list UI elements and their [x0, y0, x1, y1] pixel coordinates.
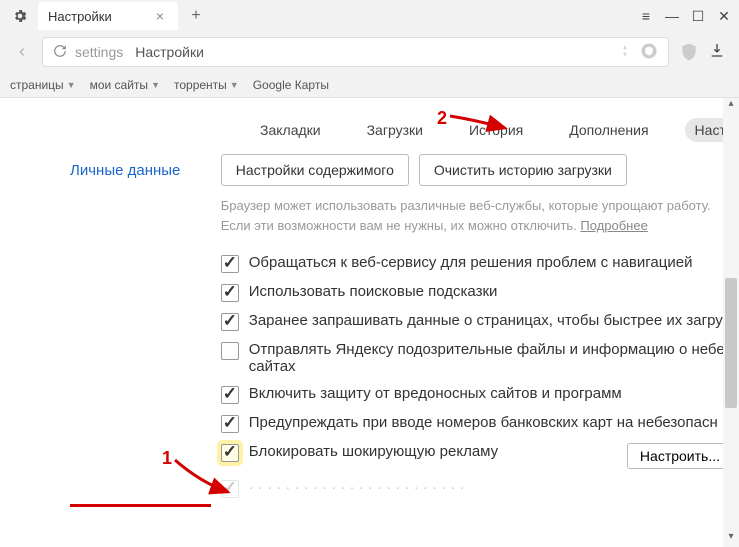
option-label: Отправлять Яндексу подозрительные файлы …	[249, 341, 733, 375]
chevron-down-icon: ▼	[67, 80, 76, 90]
settings-section: Настройки содержимого Очистить историю з…	[207, 154, 739, 503]
option-row: Включить защиту от вредоносных сайтов и …	[221, 380, 733, 409]
checkbox[interactable]	[221, 480, 239, 498]
option-label: Включить защиту от вредоносных сайтов и …	[249, 385, 733, 402]
section-description: Браузер может использовать различные веб…	[221, 196, 733, 235]
option-row-cutoff: · · · · · · · · · · · · · · · · · · · · …	[221, 474, 733, 503]
checkbox[interactable]	[221, 255, 239, 273]
nav-tab-history[interactable]: История	[459, 118, 533, 142]
browser-tab[interactable]: Настройки ×	[38, 2, 178, 30]
rocket-icon[interactable]	[618, 44, 632, 61]
nav-tab-addons[interactable]: Дополнения	[559, 118, 658, 142]
bookmark-folder[interactable]: страницы▼	[10, 78, 76, 92]
bookmark-folder[interactable]: торренты▼	[174, 78, 239, 92]
content-settings-button[interactable]: Настройки содержимого	[221, 154, 409, 186]
settings-page: Закладки Загрузки История Дополнения Нас…	[0, 98, 739, 547]
vertical-scrollbar[interactable]: ▴ ▾	[723, 98, 739, 547]
menu-icon[interactable]: ≡	[637, 8, 655, 24]
bookmark-item[interactable]: Google Карты	[253, 78, 329, 92]
option-row: Предупреждать при вводе номеров банковск…	[221, 409, 733, 438]
minimize-icon[interactable]: —	[663, 8, 681, 24]
option-label: Заранее запрашивать данные о страницах, …	[249, 312, 733, 329]
annotation-underline	[70, 504, 211, 507]
option-row: Блокировать шокирующую рекламу Настроить…	[221, 438, 733, 474]
checkbox[interactable]	[221, 284, 239, 302]
gear-icon[interactable]	[12, 8, 28, 24]
option-row: Использовать поисковые подсказки	[221, 278, 733, 307]
chevron-down-icon: ▼	[230, 80, 239, 90]
scroll-up-icon[interactable]: ▴	[723, 98, 739, 114]
address-keyword: settings	[75, 44, 123, 60]
option-label: Предупреждать при вводе номеров банковск…	[249, 414, 733, 431]
option-row: Обращаться к веб-сервису для решения про…	[221, 249, 733, 278]
download-icon[interactable]	[709, 42, 729, 63]
bookmark-folder[interactable]: мои сайты▼	[90, 78, 160, 92]
option-row: Отправлять Яндексу подозрительные файлы …	[221, 336, 733, 380]
settings-nav: Закладки Загрузки История Дополнения Нас…	[0, 98, 739, 154]
checkbox[interactable]	[221, 386, 239, 404]
option-label: · · · · · · · · · · · · · · · · · · · · …	[249, 479, 733, 496]
configure-button[interactable]: Настроить...	[627, 443, 733, 469]
close-window-icon[interactable]: ✕	[715, 8, 733, 25]
checkbox[interactable]	[221, 313, 239, 331]
option-label: Обращаться к веб-сервису для решения про…	[249, 254, 733, 271]
clear-history-button[interactable]: Очистить историю загрузки	[419, 154, 627, 186]
option-label: Использовать поисковые подсказки	[249, 283, 733, 300]
option-row: Заранее запрашивать данные о страницах, …	[221, 307, 733, 336]
nav-tab-bookmarks[interactable]: Закладки	[250, 118, 331, 142]
nav-tab-downloads[interactable]: Загрузки	[357, 118, 433, 142]
sidebar-link-personal[interactable]: Личные данные	[70, 154, 207, 503]
back-button[interactable]	[10, 40, 34, 64]
address-bar: settings Настройки	[0, 32, 739, 72]
checkbox[interactable]	[221, 415, 239, 433]
checkbox-highlighted[interactable]	[221, 444, 239, 462]
new-tab-button[interactable]: +	[184, 4, 208, 28]
option-label: Блокировать шокирующую рекламу	[249, 443, 607, 460]
shield-badge-icon[interactable]	[640, 42, 658, 63]
checkbox[interactable]	[221, 342, 239, 360]
window-controls: ≡ — ☐ ✕	[637, 0, 733, 32]
scroll-down-icon[interactable]: ▾	[723, 531, 739, 547]
chevron-down-icon: ▼	[151, 80, 160, 90]
maximize-icon[interactable]: ☐	[689, 8, 707, 25]
reload-icon[interactable]	[53, 44, 67, 61]
shield-icon[interactable]	[677, 40, 701, 64]
scrollbar-thumb[interactable]	[725, 278, 737, 408]
tab-strip: Настройки × + ≡ — ☐ ✕	[0, 0, 739, 32]
address-input[interactable]: settings Настройки	[42, 37, 669, 67]
close-tab-icon[interactable]: ×	[152, 8, 168, 24]
learn-more-link[interactable]: Подробнее	[580, 218, 647, 233]
bookmarks-bar: страницы▼ мои сайты▼ торренты▼ Google Ка…	[0, 72, 739, 98]
address-title: Настройки	[135, 44, 204, 60]
tab-title: Настройки	[48, 9, 112, 24]
